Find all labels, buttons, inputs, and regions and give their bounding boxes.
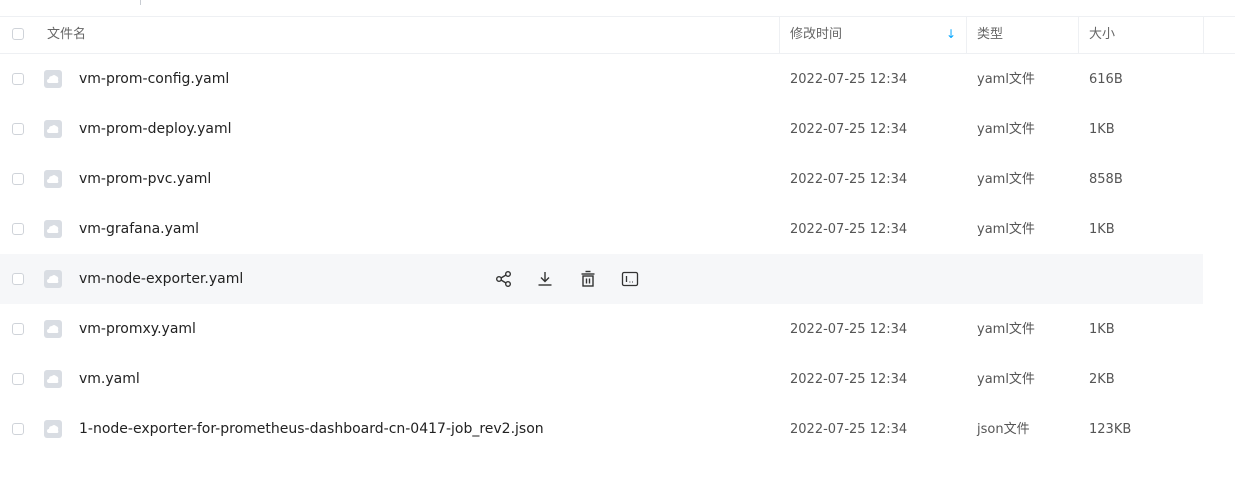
file-modified-time: 2022-07-25 12:34 [790,422,908,437]
row-checkbox[interactable] [12,323,24,335]
table-header: 文件名 修改时间 ↓ 类型 大小 [0,16,1235,54]
header-modified-time[interactable]: 修改时间 [790,26,842,43]
file-modified-time: 2022-07-25 12:34 [790,322,908,337]
file-modified-time: 2022-07-25 12:34 [790,122,908,137]
cloud-file-icon [44,70,62,88]
file-type: yaml文件 [977,72,1035,87]
column-divider [779,16,780,53]
file-type: yaml文件 [977,322,1035,337]
toolbar-strip [0,0,1235,17]
download-icon[interactable] [535,269,555,289]
file-row[interactable]: vm-prom-config.yaml 2022-07-25 12:34 yam… [0,54,1235,104]
cloud-file-icon [44,420,62,438]
file-row[interactable]: vm-prom-pvc.yaml 2022-07-25 12:34 yaml文件… [0,154,1235,204]
cloud-file-icon [44,320,62,338]
file-row[interactable]: vm-prom-deploy.yaml 2022-07-25 12:34 yam… [0,104,1235,154]
file-name[interactable]: vm-prom-config.yaml [79,70,229,88]
file-type: yaml文件 [977,172,1035,187]
row-checkbox[interactable] [12,423,24,435]
file-name[interactable]: vm-prom-pvc.yaml [79,170,211,188]
row-checkbox[interactable] [12,73,24,85]
file-type: yaml文件 [977,122,1035,137]
file-row[interactable]: vm-grafana.yaml 2022-07-25 12:34 yaml文件 … [0,204,1235,254]
file-size: 1KB [1089,222,1115,237]
cloud-file-icon [44,270,62,288]
share-icon[interactable] [494,269,514,289]
header-size[interactable]: 大小 [1089,26,1115,43]
file-type: json文件 [977,422,1030,437]
column-divider [966,16,967,53]
file-modified-time: 2022-07-25 12:34 [790,222,908,237]
file-row[interactable]: 1-node-exporter-for-prometheus-dashboard… [0,404,1235,454]
file-row[interactable]: vm-promxy.yaml 2022-07-25 12:34 yaml文件 1… [0,304,1235,354]
row-checkbox[interactable] [12,373,24,385]
terminal-icon[interactable] [620,269,640,289]
cloud-file-icon [44,170,62,188]
row-checkbox[interactable] [12,173,24,185]
row-checkbox[interactable] [12,273,24,285]
column-divider [1078,16,1079,53]
delete-icon[interactable] [578,269,598,289]
divider [140,0,141,5]
file-type: yaml文件 [977,222,1035,237]
header-name[interactable]: 文件名 [47,26,86,43]
file-name[interactable]: vm-grafana.yaml [79,220,199,238]
select-all-checkbox[interactable] [12,28,24,40]
file-modified-time: 2022-07-25 12:34 [790,72,908,87]
row-checkbox[interactable] [12,123,24,135]
file-size: 123KB [1089,422,1132,437]
file-size: 858B [1089,172,1123,187]
cloud-file-icon [44,220,62,238]
file-name[interactable]: vm-prom-deploy.yaml [79,120,232,138]
file-modified-time: 2022-07-25 12:34 [790,172,908,187]
file-type: yaml文件 [977,372,1035,387]
file-row[interactable]: vm.yaml 2022-07-25 12:34 yaml文件 2KB [0,354,1235,404]
column-divider [1203,16,1204,53]
file-list: vm-prom-config.yaml 2022-07-25 12:34 yam… [0,54,1235,454]
file-size: 1KB [1089,122,1115,137]
sort-desc-icon[interactable]: ↓ [946,26,956,43]
file-name[interactable]: vm-promxy.yaml [79,320,196,338]
row-checkbox[interactable] [12,223,24,235]
header-type[interactable]: 类型 [977,26,1003,43]
file-size: 616B [1089,72,1123,87]
file-size: 2KB [1089,372,1115,387]
file-name[interactable]: vm-node-exporter.yaml [79,270,243,288]
file-name[interactable]: vm.yaml [79,370,140,388]
file-name[interactable]: 1-node-exporter-for-prometheus-dashboard… [79,420,544,438]
file-size: 1KB [1089,322,1115,337]
cloud-file-icon [44,120,62,138]
file-row-hovered[interactable]: vm-node-exporter.yaml [0,254,1203,304]
cloud-file-icon [44,370,62,388]
file-modified-time: 2022-07-25 12:34 [790,372,908,387]
